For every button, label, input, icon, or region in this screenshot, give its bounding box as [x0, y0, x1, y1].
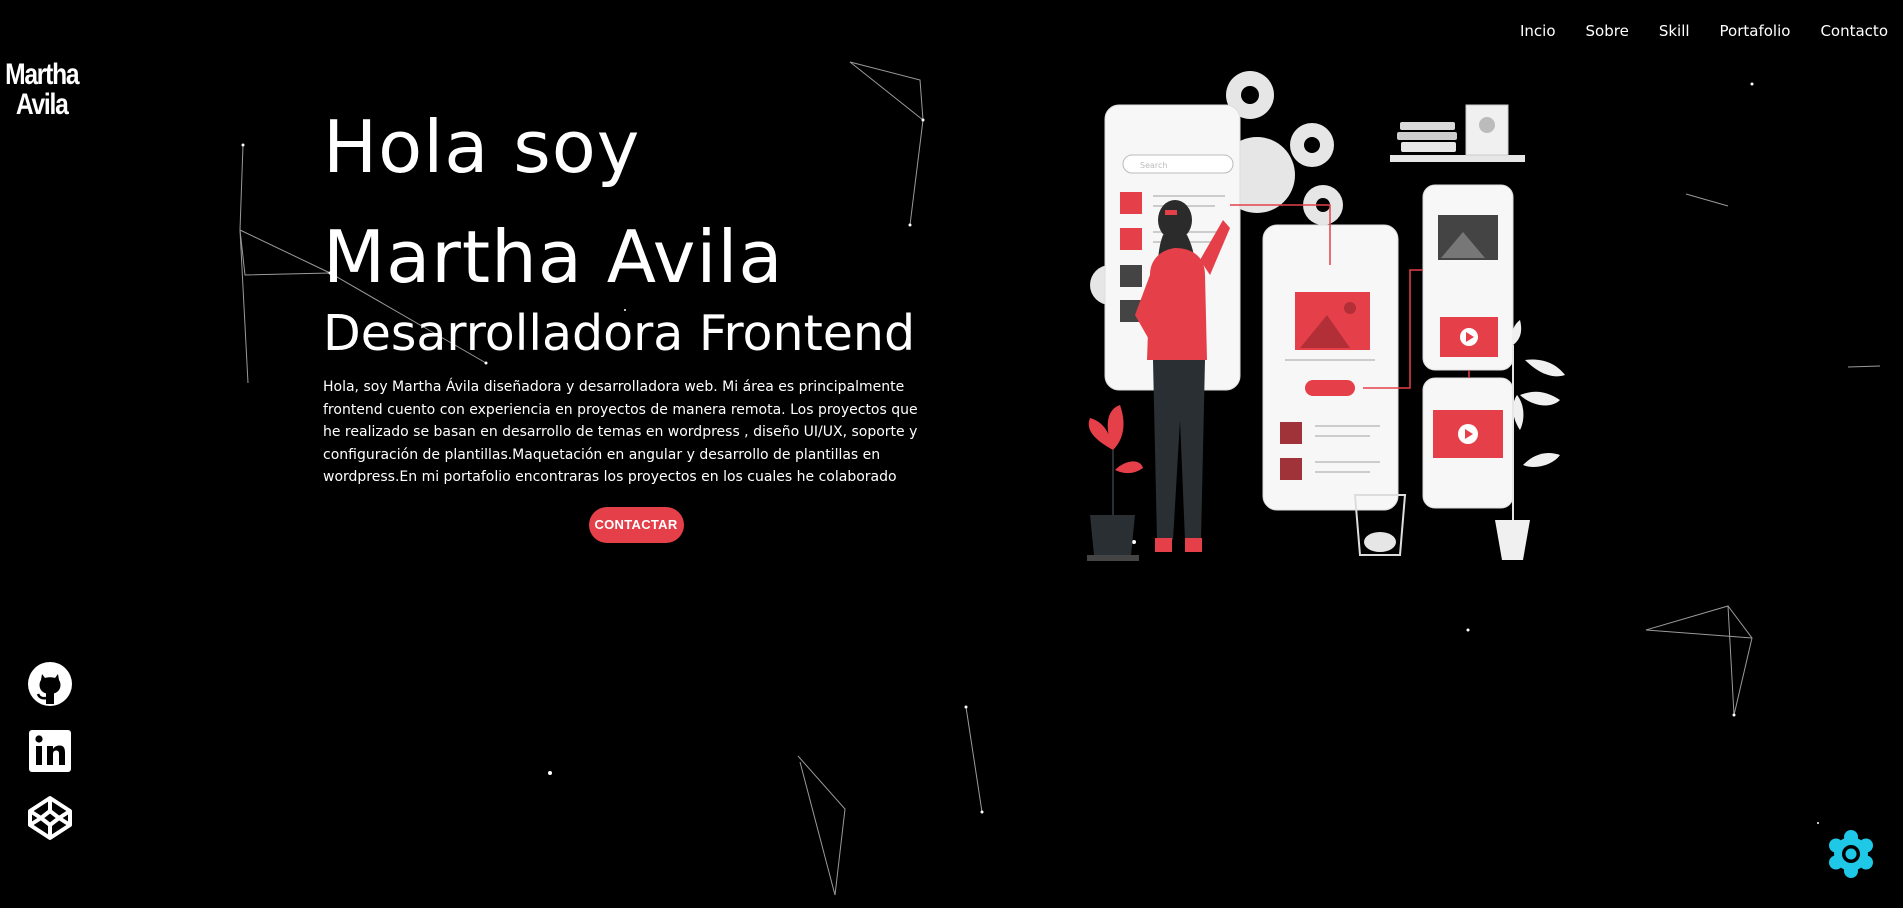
illustration-search-text: Search	[1140, 161, 1167, 170]
nav-link-contacto[interactable]: Contacto	[1820, 22, 1888, 40]
hero-title: Hola soy Martha Avila	[323, 105, 784, 299]
logo-line-2: Avila	[15, 88, 69, 121]
github-icon[interactable]	[26, 660, 74, 708]
hero-illustration: Search	[1087, 71, 1565, 561]
nav-link-skill[interactable]: Skill	[1659, 22, 1690, 40]
contact-button[interactable]: CONTACTAR	[588, 506, 684, 543]
nav-link-portafolio[interactable]: Portafolio	[1720, 22, 1791, 40]
settings-fab-icon[interactable]	[1825, 828, 1877, 880]
main-nav: Incio Sobre Skill Portafolio Contacto	[1520, 22, 1888, 40]
hero-description: Hola, soy Martha Ávila diseñadora y desa…	[323, 379, 918, 485]
hero-subtitle: Desarrolladora Frontend	[323, 305, 916, 362]
hero-section: Hola soy Martha Avila Desarrolladora Fro…	[323, 88, 923, 543]
nav-link-inicio[interactable]: Incio	[1520, 22, 1556, 40]
codepen-icon[interactable]	[26, 794, 74, 842]
particle-background	[239, 61, 1881, 896]
site-logo[interactable]: Martha Avila	[4, 58, 80, 121]
linkedin-icon[interactable]	[26, 727, 74, 775]
social-links	[26, 660, 74, 861]
nav-link-sobre[interactable]: Sobre	[1586, 22, 1629, 40]
logo-line-1: Martha	[5, 58, 80, 91]
